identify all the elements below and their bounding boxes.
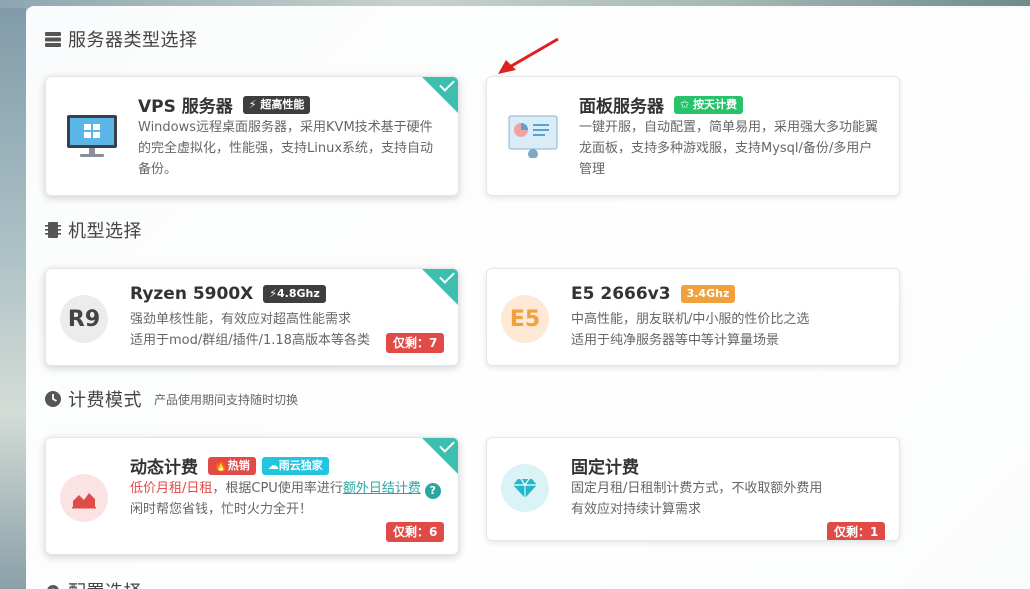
area-chart-icon	[60, 474, 108, 522]
desc-line: 闲时帮您省钱，忙时火力全开！	[130, 502, 313, 517]
background-left	[0, 0, 26, 589]
card-description: Windows远程桌面服务器，采用KVM技术基于硬件的完全虚拟化，性能强，支持L…	[138, 120, 434, 177]
card-title: 动态计费	[130, 458, 198, 478]
model-card-ryzen[interactable]: R9 Ryzen 5900X ⚡4.8Ghz 强劲单核性能，有效应对超高性能需求…	[45, 268, 459, 366]
help-icon[interactable]: ?	[424, 483, 441, 499]
section-config-title: 配置选择	[44, 578, 142, 589]
main-panel: 服务器类型选择 VPS 服务器 ⚡ 超高性能 Windows远程桌面服务器，采用…	[26, 6, 1030, 589]
card-title-row: 固定计费	[571, 453, 639, 478]
performance-badge: ⚡ 超高性能	[242, 95, 311, 114]
section-subtitle: 产品使用期间支持随时切换	[154, 392, 299, 407]
desc-line: 强劲单核性能，有效应对超高性能需求	[130, 312, 352, 327]
card-description: 中高性能，朋友联机/中小服的性价比之选 适用于纯净服务器等中等计算量场景	[571, 309, 891, 351]
card-description: 固定月租/日租制计费方式，不收取额外费用 有效应对持续计算需求	[571, 478, 891, 520]
section-model-title: 机型选择	[44, 217, 142, 243]
section-label: 服务器类型选择	[68, 30, 198, 51]
desc-line: 有效应对持续计算需求	[571, 502, 702, 517]
card-description: 一键开服，自动配置，简单易用，采用强大多功能翼龙面板，支持多种游戏服，支持Mys…	[579, 120, 879, 177]
desc-line: 中高性能，朋友联机/中小服的性价比之选	[571, 312, 810, 327]
card-title-row: 面板服务器 ✩ 按天计费	[579, 92, 744, 117]
frequency-badge: ⚡4.8Ghz	[263, 285, 326, 303]
monitor-windows-icon	[64, 112, 120, 164]
exclusive-badge: ☁雨云独家	[261, 456, 329, 475]
gear-icon	[44, 582, 62, 589]
price-highlight: 低价月租/日租	[130, 481, 213, 496]
model-card-e5[interactable]: E5 E5 2666v3 3.4Ghz 中高性能，朋友联机/中小服的性价比之选 …	[486, 268, 900, 366]
diamond-icon	[501, 464, 549, 512]
card-title-row: Ryzen 5900X ⚡4.8Ghz	[130, 284, 326, 304]
section-label: 机型选择	[68, 221, 142, 242]
section-billing-title: 计费模式 产品使用期间支持随时切换	[44, 386, 298, 412]
card-title: 面板服务器	[579, 97, 664, 117]
server-type-card-vps[interactable]: VPS 服务器 ⚡ 超高性能 Windows远程桌面服务器，采用KVM技术基于硬…	[45, 76, 459, 196]
section-label: 配置选择	[68, 578, 142, 589]
desc-line: 适用于纯净服务器等中等计算量场景	[571, 333, 780, 348]
stock-badge: 仅剩：6	[386, 522, 445, 542]
stock-badge: 仅剩：7	[386, 333, 445, 353]
card-title: 固定计费	[571, 458, 639, 478]
section-server-type-title: 服务器类型选择	[44, 26, 198, 52]
billing-card-dynamic[interactable]: 动态计费 🔥热销 ☁雨云独家 低价月租/日租，根据CPU使用率进行额外日结计费?…	[45, 437, 459, 555]
server-type-card-panel[interactable]: 面板服务器 ✩ 按天计费 一键开服，自动配置，简单易用，采用强大多功能翼龙面板，…	[486, 76, 900, 196]
card-description: 低价月租/日租，根据CPU使用率进行额外日结计费? 闲时帮您省钱，忙时火力全开！	[130, 478, 445, 520]
r9-chip-icon: R9	[60, 295, 108, 343]
frequency-badge: 3.4Ghz	[680, 285, 736, 303]
e5-chip-icon: E5	[501, 295, 549, 343]
extra-billing-link[interactable]: 额外日结计费	[343, 481, 421, 496]
stock-badge: 仅剩：1	[827, 522, 886, 540]
section-label: 计费模式	[68, 390, 142, 411]
server-stack-icon	[44, 30, 62, 48]
card-title-row: 动态计费 🔥热销 ☁雨云独家	[130, 453, 329, 478]
desc-line: 固定月租/日租制计费方式，不收取额外费用	[571, 481, 823, 496]
card-title-row: E5 2666v3 3.4Ghz	[571, 284, 736, 304]
dashboard-chart-icon	[507, 114, 559, 162]
card-title: Ryzen 5900X	[130, 284, 254, 304]
clock-icon	[44, 390, 62, 408]
card-title: E5 2666v3	[571, 284, 671, 304]
card-title-row: VPS 服务器 ⚡ 超高性能	[138, 92, 311, 117]
hot-sale-badge: 🔥热销	[208, 456, 256, 475]
billing-card-fixed[interactable]: 固定计费 固定月租/日租制计费方式，不收取额外费用 有效应对持续计算需求 仅剩：…	[486, 437, 900, 541]
desc-text: ，根据CPU使用率进行	[212, 481, 343, 496]
daily-billing-badge: ✩ 按天计费	[674, 95, 744, 114]
cpu-chip-icon	[44, 221, 62, 239]
red-arrow-annotation	[496, 36, 566, 80]
card-title: VPS 服务器	[138, 97, 233, 117]
